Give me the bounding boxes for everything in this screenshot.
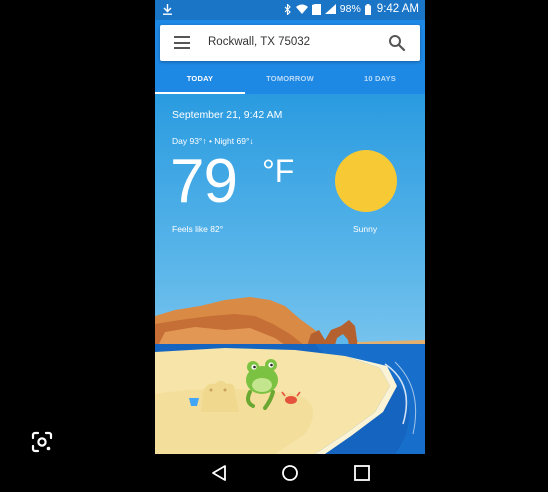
tab-10-days[interactable]: 10 DAYS <box>335 68 425 94</box>
current-datetime: September 21, 9:42 AM <box>172 109 283 121</box>
current-temperature: 79 <box>170 147 238 216</box>
outer-left-background <box>0 0 155 492</box>
temperature-unit[interactable]: °F <box>262 151 294 191</box>
battery-percent: 98% <box>339 3 361 15</box>
back-icon[interactable] <box>207 461 231 485</box>
location-text[interactable]: Rockwall, TX 75032 <box>208 36 310 48</box>
feels-like-text: Feels like 82° <box>172 224 224 234</box>
search-bar[interactable]: Rockwall, TX 75032 <box>160 25 420 61</box>
signal-icon <box>324 4 336 14</box>
search-icon[interactable] <box>388 34 406 52</box>
weather-header: Rockwall, TX 75032 TODAY TOMORROW 10 DAY… <box>155 20 425 94</box>
home-icon[interactable] <box>278 461 302 485</box>
tab-today[interactable]: TODAY <box>155 68 245 94</box>
day-night-temps: Day 93°↑ • Night 69°↓ <box>172 136 254 146</box>
forecast-tabs: TODAY TOMORROW 10 DAYS <box>155 68 425 94</box>
status-time: 9:42 AM <box>376 3 419 15</box>
menu-icon[interactable] <box>174 36 190 50</box>
weather-scene: September 21, 9:42 AM Day 93°↑ • Night 6… <box>155 94 425 454</box>
battery-icon <box>364 3 371 15</box>
download-icon <box>163 4 172 15</box>
sim-icon <box>311 3 321 15</box>
google-lens-icon[interactable] <box>30 430 54 454</box>
sun-icon <box>335 150 397 212</box>
phone-screen: 98% 9:42 AM Rockwall, TX 75032 TODAY TOM… <box>155 0 425 492</box>
condition-text: Sunny <box>353 224 378 234</box>
recents-icon[interactable] <box>350 461 374 485</box>
wifi-icon <box>295 4 308 14</box>
android-nav-bar <box>155 454 425 492</box>
outer-right-background <box>425 0 548 492</box>
status-bar: 98% 9:42 AM <box>155 0 425 20</box>
bluetooth-icon <box>284 3 291 15</box>
tab-tomorrow[interactable]: TOMORROW <box>245 68 335 94</box>
